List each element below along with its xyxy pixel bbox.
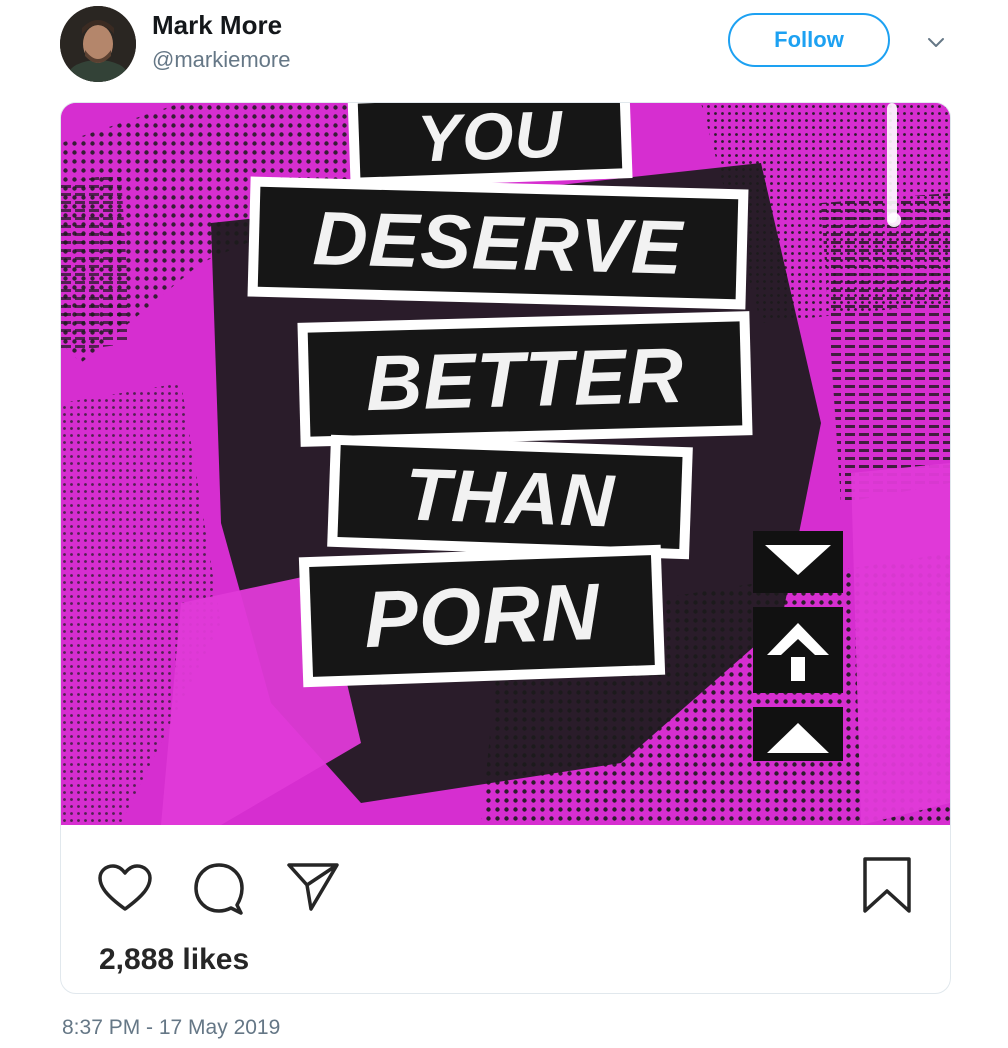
poster-word-better: BETTER <box>297 311 753 447</box>
poster-word-than: THAN <box>327 434 693 560</box>
post-image[interactable]: YOU DESERVE BETTER THAN PORN <box>61 103 950 825</box>
author-display-name[interactable]: Mark More <box>152 10 282 41</box>
post-actions: 2,888 likes <box>61 825 950 993</box>
tweet-timestamp[interactable]: 8:37 PM - 17 May 2019 <box>62 1016 280 1040</box>
poster-word-porn: PORN <box>298 544 666 688</box>
avatar-photo <box>60 6 136 82</box>
instagram-embed-card[interactable]: YOU DESERVE BETTER THAN PORN 2,888 likes <box>60 102 951 994</box>
follow-button[interactable]: Follow <box>728 13 890 67</box>
bookmark-icon[interactable] <box>861 855 913 915</box>
poster-word-deserve: DESERVE <box>247 176 749 310</box>
heart-icon[interactable] <box>97 863 153 913</box>
comment-icon[interactable] <box>191 861 247 917</box>
author-handle[interactable]: @markiemore <box>152 47 290 73</box>
poster-word-you: YOU <box>347 103 633 188</box>
share-icon[interactable] <box>285 861 341 913</box>
likes-count[interactable]: 2,888 likes <box>99 943 249 977</box>
avatar[interactable] <box>60 6 136 82</box>
fight-the-new-drug-logo <box>753 531 843 761</box>
chevron-down-icon[interactable] <box>918 28 954 58</box>
